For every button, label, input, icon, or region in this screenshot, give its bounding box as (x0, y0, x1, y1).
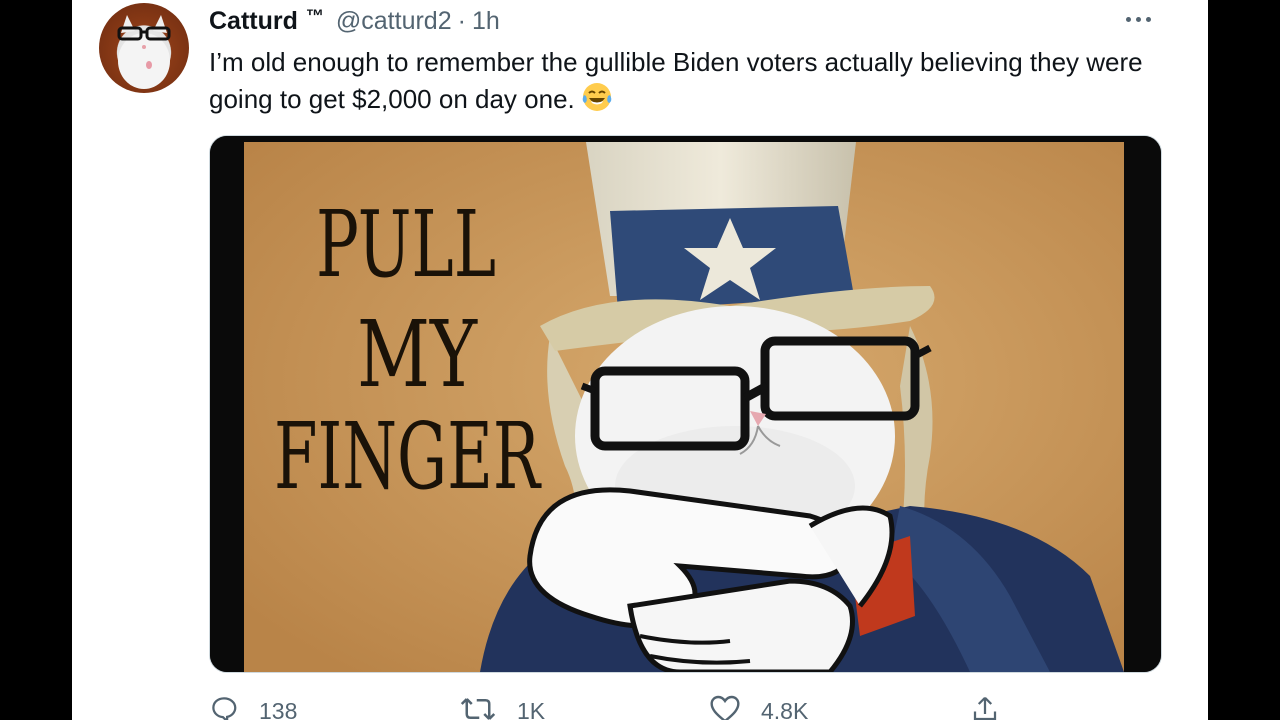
tweet-text-content: I’m old enough to remember the gullible … (209, 47, 1143, 114)
trademark-symbol: ™ (305, 5, 324, 26)
poster-title-line-3: FINGER (274, 403, 542, 510)
retweet-icon (460, 698, 496, 720)
user-handle[interactable]: @catturd2 (336, 7, 452, 36)
timestamp[interactable]: 1h (472, 7, 500, 36)
like-count: 4.8K (761, 698, 809, 720)
tweet-frame: Catturd ™ @catturd2 · 1h I’m old enough … (72, 0, 1208, 720)
retweet-button[interactable]: 1K (459, 690, 545, 720)
share-button[interactable] (969, 690, 1021, 720)
tweet-action-bar: 138 1K 4.8K (209, 690, 1169, 720)
heart-icon (710, 695, 740, 720)
laughing-tears-emoji-icon (581, 81, 613, 123)
tweet-media-image[interactable]: PULL MY FINGER (209, 135, 1162, 673)
reply-icon (212, 697, 237, 720)
more-icon[interactable] (1122, 8, 1166, 30)
pull-my-finger-poster: PULL MY FINGER (210, 136, 1161, 672)
poster-title-line-2: MY (357, 301, 478, 408)
avatar[interactable] (99, 3, 189, 93)
reply-button[interactable]: 138 (209, 690, 297, 720)
reply-count: 138 (259, 698, 298, 720)
tweet-text: I’m old enough to remember the gullible … (209, 44, 1179, 123)
display-name[interactable]: Catturd (209, 7, 298, 36)
tweet-header: Catturd ™ @catturd2 · 1h (209, 6, 500, 36)
retweet-count: 1K (517, 698, 546, 720)
share-icon (973, 696, 997, 720)
separator-dot: · (457, 6, 466, 35)
avatar-cat-image (117, 15, 171, 89)
like-button[interactable]: 4.8K (709, 690, 808, 720)
poster-title-line-1: PULL (316, 191, 496, 298)
tweet[interactable]: Catturd ™ @catturd2 · 1h I’m old enough … (72, 0, 1208, 720)
